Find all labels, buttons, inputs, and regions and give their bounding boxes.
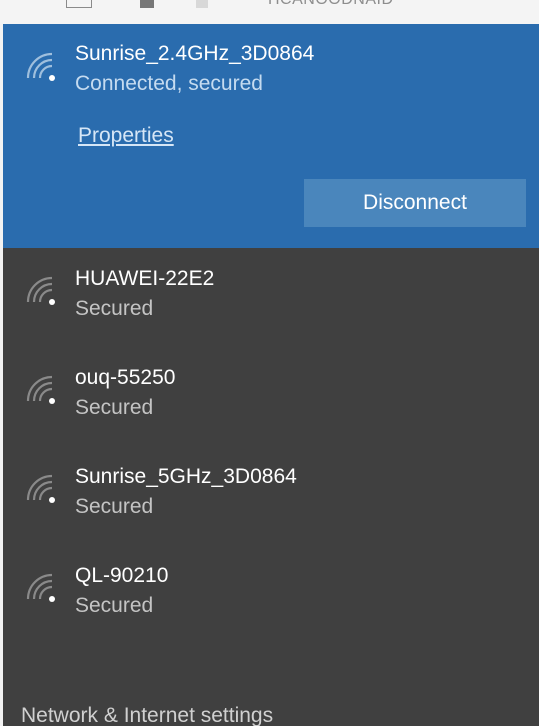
- network-status: Secured: [75, 297, 154, 320]
- wifi-icon: [25, 275, 61, 305]
- network-item[interactable]: QL-90210 Secured: [3, 545, 539, 644]
- network-settings-link[interactable]: Network & Internet settings: [21, 704, 273, 726]
- network-name: Sunrise_2.4GHz_3D0864: [75, 42, 315, 65]
- network-item[interactable]: HUAWEI-22E2 Secured: [3, 248, 539, 347]
- network-name: Sunrise_5GHz_3D0864: [75, 465, 297, 488]
- wifi-icon: [25, 51, 61, 81]
- wifi-icon: [25, 473, 61, 503]
- wifi-icon: [25, 374, 61, 404]
- background-fragment: [140, 0, 154, 8]
- properties-link[interactable]: Properties: [78, 124, 174, 148]
- background-fragment: [196, 0, 208, 8]
- connected-network-panel[interactable]: Sunrise_2.4GHz_3D0864 Connected, secured…: [3, 24, 539, 248]
- wifi-flyout: Sunrise_2.4GHz_3D0864 Connected, secured…: [3, 24, 539, 726]
- disconnect-button[interactable]: Disconnect: [304, 179, 526, 227]
- network-name: QL-90210: [75, 564, 169, 587]
- network-status: Secured: [75, 396, 154, 419]
- network-status: Secured: [75, 594, 154, 617]
- background-text-fragment: HCANOODNAID: [268, 0, 394, 9]
- network-status: Connected, secured: [75, 72, 263, 95]
- background-window-strip: HCANOODNAID: [0, 0, 539, 24]
- network-status: Secured: [75, 495, 154, 518]
- wifi-icon: [25, 572, 61, 602]
- network-name: HUAWEI-22E2: [75, 267, 215, 290]
- network-item[interactable]: ouq-55250 Secured: [3, 347, 539, 446]
- mail-icon: [66, 0, 92, 8]
- network-name: ouq-55250: [75, 366, 176, 389]
- network-item[interactable]: Sunrise_5GHz_3D0864 Secured: [3, 446, 539, 545]
